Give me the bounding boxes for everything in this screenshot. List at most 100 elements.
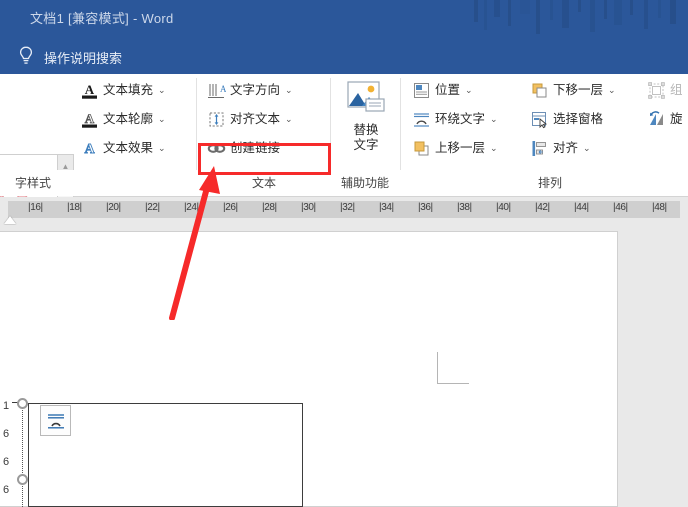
svg-text:A: A [85, 82, 95, 97]
selection-pane-command[interactable]: 选择窗格 [528, 106, 605, 132]
ruler-tick: |40| [496, 202, 511, 213]
group-objects-label: 组 [670, 82, 683, 97]
ruler-tick: |16| [28, 202, 43, 213]
position-icon [412, 81, 431, 100]
chevron-down-icon[interactable]: ⌄ [583, 143, 591, 154]
vruler-number: 6 [3, 484, 10, 496]
chevron-down-icon[interactable]: ⌄ [490, 143, 498, 154]
position-label: 位置 [435, 82, 461, 97]
selection-handle-middle[interactable] [17, 474, 28, 485]
vruler-number: 6 [3, 456, 10, 468]
text-direction-icon: A [207, 81, 226, 100]
align-text-icon [207, 110, 226, 129]
text-outline-command[interactable]: A 文本轮廓 ⌄ [78, 106, 168, 132]
chevron-down-icon[interactable]: ⌄ [285, 85, 293, 96]
wrap-text-icon [412, 110, 431, 129]
ruler-tick: |38| [457, 202, 472, 213]
ruler-tick: |28| [262, 202, 277, 213]
word-window: 文档1 [兼容模式] - Word 操作说明搜索 A ▲ ▼ ▼ A [0, 0, 688, 507]
text-outline-icon: A [80, 110, 99, 129]
layout-options-button[interactable] [40, 405, 71, 436]
title-bar: 文档1 [兼容模式] - Word [0, 0, 688, 38]
tell-me-label: 操作说明搜索 [44, 51, 123, 66]
text-direction-label: 文字方向 [230, 82, 281, 97]
wrap-text-label: 环绕文字 [435, 111, 486, 126]
ruler-track[interactable]: |16| |18| |20| |22| |24| |26| |28| |30| … [8, 201, 680, 218]
align-objects-icon [530, 139, 549, 158]
text-effects-label: 文本效果 [103, 140, 154, 155]
wrap-text-square-icon [47, 413, 64, 428]
vruler-number: 6 [3, 428, 10, 440]
chevron-down-icon[interactable]: ⌄ [158, 85, 166, 96]
ruler-tick: |48| [652, 202, 667, 213]
send-backward-icon [530, 81, 549, 100]
selection-pane-label: 选择窗格 [553, 111, 604, 126]
chevron-down-icon[interactable]: ⌄ [158, 143, 166, 154]
alt-text-label-line2: 文字 [353, 138, 379, 152]
group-label-accessibility: 辅助功能 [340, 176, 389, 190]
wrap-text-command[interactable]: 环绕文字 ⌄ [410, 106, 500, 132]
ruler-tick: |36| [418, 202, 433, 213]
annotation-arrow [169, 166, 220, 320]
text-effects-icon: A [80, 139, 99, 158]
ruler-tick: |18| [67, 202, 82, 213]
ruler-tick: |20| [106, 202, 121, 213]
send-backward-command[interactable]: 下移一层 ⌄ [528, 77, 618, 103]
bring-forward-command[interactable]: 上移一层 ⌄ [410, 135, 500, 161]
text-outline-label: 文本轮廓 [103, 111, 154, 126]
tell-me-bar[interactable]: 操作说明搜索 [0, 38, 688, 74]
align-objects-label: 对齐 [553, 140, 579, 155]
chevron-down-icon[interactable]: ⌄ [285, 114, 293, 125]
left-indent-marker[interactable] [4, 216, 16, 224]
horizontal-ruler[interactable]: |16| |18| |20| |22| |24| |26| |28| |30| … [0, 197, 688, 225]
chevron-down-icon[interactable]: ⌄ [158, 114, 166, 125]
text-fill-icon: A [80, 81, 99, 100]
vruler-number: 1 [3, 400, 10, 412]
ruler-tick: |32| [340, 202, 355, 213]
chevron-down-icon[interactable]: ⌄ [490, 114, 498, 125]
ruler-tick: |46| [613, 202, 628, 213]
bring-forward-icon [412, 139, 431, 158]
vertical-ruler[interactable]: 1 6 6 6 [0, 225, 18, 507]
ribbon-group-labels: 字样式 文本 辅助功能 排列 [0, 170, 688, 288]
svg-text:A: A [220, 84, 226, 94]
chevron-down-icon[interactable]: ⌄ [465, 85, 473, 96]
align-objects-command[interactable]: 对齐 ⌄ [528, 135, 593, 161]
text-effects-command[interactable]: A 文本效果 ⌄ [78, 135, 168, 161]
group-objects-icon [647, 81, 666, 100]
svg-text:A: A [85, 111, 95, 126]
alt-text-button-label: 替换 文字 [353, 123, 378, 153]
titlebar-decoration [474, 0, 676, 34]
chevron-down-icon[interactable]: ⌄ [608, 85, 616, 96]
alt-text-label-line1: 替换 [353, 123, 379, 137]
group-label-wordart-styles: 字样式 [14, 176, 51, 190]
bring-forward-label: 上移一层 [435, 140, 486, 155]
group-label-arrange: 排列 [537, 176, 562, 190]
ribbon: A ▲ ▼ ▼ A 文本填充 ⌄ A 文本轮廓 ⌄ [0, 74, 688, 288]
text-fill-command[interactable]: A 文本填充 ⌄ [78, 77, 168, 103]
svg-text:A: A [84, 142, 95, 157]
selection-pane-icon [530, 110, 549, 129]
rotate-objects-label: 旋 [670, 111, 683, 126]
ruler-tick: |34| [379, 202, 394, 213]
window-title: 文档1 [兼容模式] - Word [30, 11, 174, 26]
position-command[interactable]: 位置 ⌄ [410, 77, 475, 103]
lightbulb-icon [19, 46, 33, 64]
selection-dotted-line [22, 403, 23, 507]
rotate-objects-icon [647, 110, 666, 129]
align-text-command[interactable]: 对齐文本 ⌄ [205, 106, 295, 132]
ruler-tick: |42| [535, 202, 550, 213]
rotate-objects-command[interactable]: 旋 [645, 106, 685, 132]
alt-text-picture-icon [347, 81, 385, 112]
ribbon-commands: A ▲ ▼ ▼ A 文本填充 ⌄ A 文本轮廓 ⌄ [0, 74, 688, 261]
align-text-label: 对齐文本 [230, 111, 281, 126]
margin-corner-mark [437, 352, 469, 384]
text-direction-command[interactable]: A 文字方向 ⌄ [205, 77, 295, 103]
text-fill-label: 文本填充 [103, 82, 154, 97]
group-objects-command[interactable]: 组 [645, 77, 685, 103]
ruler-tick: |44| [574, 202, 589, 213]
alt-text-button[interactable]: 替换 文字 [338, 78, 394, 164]
send-backward-label: 下移一层 [553, 82, 604, 97]
ruler-tick: |30| [301, 202, 316, 213]
selection-handle-top[interactable] [17, 398, 28, 409]
